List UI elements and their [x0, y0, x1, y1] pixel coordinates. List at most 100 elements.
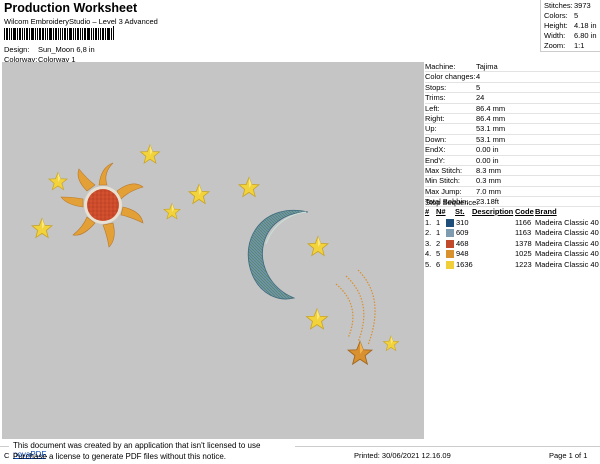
star [307, 235, 329, 257]
stop-brand: Madeira Classic 40 [535, 249, 599, 259]
star [188, 183, 210, 205]
star [382, 335, 400, 351]
col-header: St. [455, 207, 465, 216]
info-row: Max Stitch: 8.3 mm [425, 165, 600, 177]
moon-motif [247, 210, 309, 300]
machine-info-panel: Machine: Tajima Color changes: 4 Stops: 5 T… [425, 62, 600, 208]
design-value: Sun_Moon 6,8 in [38, 45, 95, 54]
info-label: Max Jump: [425, 186, 462, 196]
stop-brand: Madeira Classic 40 [535, 228, 599, 238]
stop-row: 2. 1 609 1163 Madeira Classic 40 [425, 228, 600, 239]
stop-row: 3. 2 468 1378 Madeira Classic 40 [425, 239, 600, 250]
stop-brand: Madeira Classic 40 [535, 238, 599, 248]
design-label: Design: [4, 45, 30, 54]
stop-index: 2. [425, 228, 432, 238]
thread-color-swatch [446, 260, 454, 269]
info-value: 24 [476, 93, 485, 103]
thread-color-swatch [446, 239, 454, 248]
stop-needle: 1 [436, 217, 441, 227]
star [31, 217, 53, 239]
info-label: EndX: [425, 145, 446, 155]
info-label: Right: [425, 113, 445, 123]
info-label: Left: [425, 103, 440, 113]
stats-panel: Stitches: 3973 Colors: 5 Height: 4.18 in Wi… [541, 1, 600, 51]
stop-index: 1. [425, 217, 432, 227]
info-label: Trims: [425, 93, 446, 103]
star [140, 144, 160, 164]
app-subtitle: Wilcom EmbroideryStudio – Level 3 Advanc… [4, 17, 158, 26]
info-row: Min Stitch: 0.3 mm [425, 176, 600, 187]
col-header: Description [472, 207, 514, 216]
star [305, 308, 329, 330]
stat-row: Colors: 5 [541, 11, 600, 21]
stat-value: 6.80 in [574, 31, 597, 40]
stop-needle: 6 [436, 259, 441, 269]
stat-label: Colors: [544, 11, 568, 20]
page-number: Page 1 of 1 [549, 451, 588, 460]
info-row: Down: 53.1 mm [425, 134, 600, 146]
info-label: Up: [425, 124, 437, 134]
col-header: Code [515, 207, 534, 216]
info-label: Max Stitch: [425, 165, 463, 175]
barcode [4, 26, 128, 40]
stop-index: 3. [425, 238, 432, 248]
info-value: 86.4 mm [476, 113, 506, 123]
info-value: 0.00 in [476, 155, 499, 165]
info-row: Stops: 5 [425, 82, 600, 94]
stop-sequence-table: # N# St. Description Code Brand 1. 1 310 11… [425, 207, 600, 271]
page-title: Production Worksheet [4, 1, 138, 15]
stop-index: 5. [425, 259, 432, 269]
stop-stitches: 1636 [456, 259, 473, 269]
col-header: N# [436, 207, 446, 216]
notice-line-2: Purchase a license to generate PDF files… [13, 452, 226, 461]
info-row: Machine: Tajima [425, 62, 600, 73]
stat-row: Height: 4.18 in [541, 21, 600, 31]
info-row: EndX: 0.00 in [425, 145, 600, 156]
stop-code: 1166 [515, 217, 532, 227]
info-value: 0.00 in [476, 145, 499, 155]
info-value: 7.0 mm [476, 186, 502, 196]
stat-value: 4.18 in [574, 21, 597, 30]
info-value: 0.3 mm [476, 176, 502, 186]
info-row: Right: 86.4 mm [425, 113, 600, 125]
stat-label: Zoom: [544, 41, 566, 50]
star-trails [335, 269, 376, 346]
stop-row: 5. 6 1636 1223 Madeira Classic 40 [425, 260, 600, 271]
stop-header-row: # N# St. Description Code Brand [425, 207, 600, 218]
stat-value: 5 [574, 11, 579, 20]
stop-stitches: 609 [456, 228, 469, 238]
info-value: 23.18ft [476, 197, 499, 207]
info-value: 53.1 mm [476, 134, 506, 144]
stop-row: 1. 1 310 1166 Madeira Classic 40 [425, 218, 600, 229]
sun-motif [60, 162, 144, 248]
license-notice: This document was created by an applicat… [9, 439, 295, 464]
info-row: Up: 53.1 mm [425, 124, 600, 135]
stat-label: Height: [544, 21, 568, 30]
stat-row: Stitches: 3973 [541, 1, 600, 11]
thread-color-swatch [446, 218, 454, 227]
stop-rows: 1. 1 310 1166 Madeira Classic 40 2. 1 609 1163 Ma… [425, 218, 600, 271]
star-orange [346, 340, 374, 366]
stop-brand: Madeira Classic 40 [535, 259, 599, 269]
stat-label: Stitches: [544, 1, 573, 10]
printed-date: Printed: 30/06/2021 12.16.09 [354, 451, 451, 460]
stat-value: 3973 [574, 1, 591, 10]
col-header: # [425, 207, 430, 216]
info-value: 5 [476, 82, 481, 92]
stop-needle: 1 [436, 228, 441, 238]
stat-value: 1:1 [574, 41, 585, 50]
info-label: Machine: [425, 62, 456, 71]
info-label: Down: [425, 134, 447, 144]
stop-code: 1223 [515, 259, 532, 269]
info-label: Stops: [425, 82, 447, 92]
info-label: Min Stitch: [425, 176, 461, 186]
stop-needle: 2 [436, 238, 441, 248]
design-preview[interactable] [2, 62, 424, 439]
info-row: EndY: 0.00 in [425, 156, 600, 166]
stop-stitches: 468 [456, 238, 469, 248]
stop-needle: 5 [436, 249, 441, 259]
star [163, 203, 181, 220]
stop-sequence-title: Stop Sequence: [425, 198, 479, 207]
info-label: Color changes: [425, 72, 476, 82]
info-value: 53.1 mm [476, 124, 506, 134]
